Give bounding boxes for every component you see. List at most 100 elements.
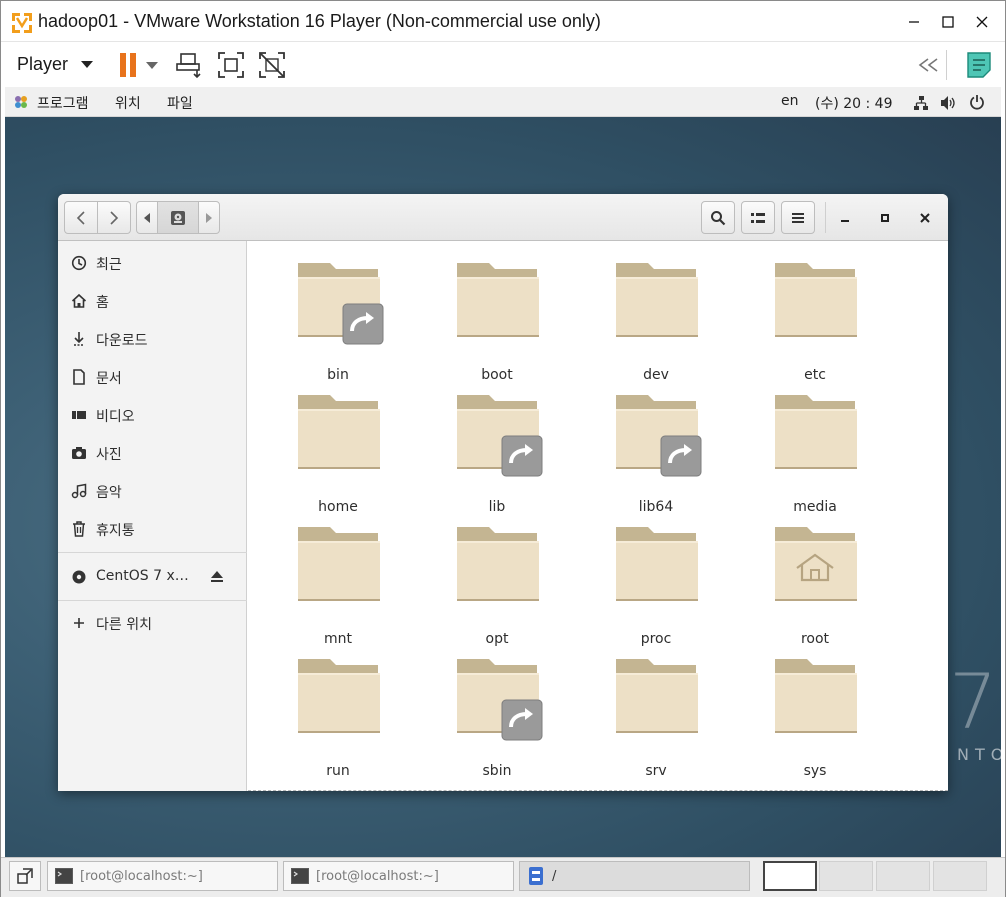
folder-icon	[457, 527, 539, 601]
sidebar-item-trash[interactable]: 휴지통	[58, 510, 247, 548]
folder-item[interactable]: root	[755, 521, 875, 647]
volume-icon[interactable]	[940, 95, 956, 111]
clock[interactable]: (수) 20 : 49	[815, 93, 893, 113]
path-root-button[interactable]	[157, 201, 199, 234]
folder-item[interactable]: sbin	[437, 653, 557, 779]
minimize-button[interactable]	[899, 7, 929, 37]
back-button[interactable]	[64, 201, 98, 234]
folder-item[interactable]: home	[278, 389, 398, 515]
places-sidebar: 최근 홈 다운로드 문서 비디오 사진 음악 휴지통 CentOS 7 x… 다…	[58, 241, 247, 791]
taskbar-files[interactable]: /	[519, 861, 750, 891]
sidebar-item-label: 최근	[96, 257, 122, 273]
maximize-icon	[881, 214, 889, 222]
view-list-button[interactable]	[741, 201, 775, 234]
collapse-library-icon[interactable]	[914, 50, 944, 80]
sidebar-item-device[interactable]: CentOS 7 x…	[58, 558, 247, 596]
path-scroll-right-button[interactable]	[198, 201, 220, 234]
sidebar-item-downloads[interactable]: 다운로드	[58, 320, 247, 358]
folder-name: boot	[481, 367, 513, 383]
sidebar-item-recent[interactable]: 최근	[58, 244, 247, 282]
view-bottom-edge	[248, 790, 948, 791]
pause-dropdown-icon[interactable]	[145, 50, 159, 80]
workspace-2[interactable]	[819, 861, 873, 891]
guest-taskbar: [root@localhost:~] [root@localhost:~] /	[1, 857, 1005, 897]
folder-name: bin	[327, 367, 349, 383]
player-menu-label: Player	[17, 54, 69, 74]
unity-mode-icon[interactable]	[257, 50, 287, 80]
hamburger-icon	[792, 212, 804, 223]
folder-item[interactable]: media	[755, 389, 875, 515]
folder-view: bin boot dev etc home lib lib64 media mnt opt proc…	[248, 241, 948, 791]
symlink-emblem-icon	[501, 699, 543, 741]
folder-item[interactable]: lib	[437, 389, 557, 515]
applications-menu[interactable]: 프로그램	[37, 93, 89, 113]
folder-item[interactable]: srv	[596, 653, 716, 779]
sidebar-item-other-locations[interactable]: 다른 위치	[58, 604, 247, 642]
power-icon[interactable]	[969, 94, 985, 110]
folder-item[interactable]: opt	[437, 521, 557, 647]
player-menu-button[interactable]: Player	[17, 54, 94, 75]
list-view-icon	[751, 212, 765, 223]
places-menu[interactable]: 위치	[115, 93, 141, 113]
sidebar-separator	[58, 552, 247, 553]
workspace-3[interactable]	[876, 861, 930, 891]
folder-item[interactable]: lib64	[596, 389, 716, 515]
folder-item[interactable]: sys	[755, 653, 875, 779]
folder-item[interactable]: dev	[596, 257, 716, 383]
fm-maximize-button[interactable]	[870, 203, 900, 233]
sidebar-item-label: 음악	[96, 485, 122, 501]
folder-item[interactable]: boot	[437, 257, 557, 383]
vmware-titlebar: hadoop01 - VMware Workstation 16 Player …	[1, 1, 1005, 41]
files-menu[interactable]: 파일	[167, 93, 193, 113]
sidebar-item-label: 사진	[96, 447, 122, 463]
chevron-right-icon	[110, 210, 119, 225]
applications-icon	[15, 96, 27, 108]
taskbar-terminal-1[interactable]: [root@localhost:~]	[47, 861, 278, 891]
chevron-left-icon	[76, 210, 85, 225]
guest-screen[interactable]: 프로그램 위치 파일 en (수) 20 : 49 7 NTO	[5, 87, 1001, 857]
fm-close-button[interactable]	[910, 203, 940, 233]
input-language[interactable]: en	[781, 93, 799, 109]
maximize-button[interactable]	[933, 7, 963, 37]
workspace-4[interactable]	[933, 861, 987, 891]
close-button[interactable]	[967, 7, 997, 37]
folder-name: home	[318, 499, 358, 515]
folder-item[interactable]: proc	[596, 521, 716, 647]
pause-icon[interactable]	[113, 50, 143, 80]
sidebar-item-label: 다른 위치	[96, 617, 152, 633]
workspace-1[interactable]	[763, 861, 817, 891]
fm-minimize-button[interactable]	[830, 203, 860, 233]
sidebar-item-music[interactable]: 음악	[58, 472, 247, 510]
fullscreen-icon[interactable]	[216, 50, 246, 80]
removable-devices-icon[interactable]	[175, 50, 205, 80]
menu-button[interactable]	[781, 201, 815, 234]
task-label: /	[552, 868, 557, 884]
vmware-toolbar: Player	[1, 41, 1005, 87]
search-icon	[711, 210, 726, 225]
sidebar-item-documents[interactable]: 문서	[58, 358, 247, 396]
desktop-logo-seven: 7	[949, 657, 998, 746]
folder-name: mnt	[324, 631, 352, 647]
taskbar-terminal-2[interactable]: [root@localhost:~]	[283, 861, 514, 891]
sidebar-item-label: CentOS 7 x…	[96, 568, 189, 584]
folder-item[interactable]: etc	[755, 257, 875, 383]
sidebar-item-home[interactable]: 홈	[58, 282, 247, 320]
folder-item[interactable]: mnt	[278, 521, 398, 647]
download-icon	[74, 332, 84, 346]
folder-icon	[298, 527, 380, 601]
show-desktop-button[interactable]	[9, 861, 41, 891]
sidebar-item-pictures[interactable]: 사진	[58, 434, 247, 472]
eject-icon[interactable]	[210, 570, 224, 583]
symlink-emblem-icon	[660, 435, 702, 477]
task-label: [root@localhost:~]	[80, 868, 203, 884]
notes-icon[interactable]	[964, 50, 994, 80]
folder-name: srv	[645, 763, 667, 779]
search-button[interactable]	[701, 201, 735, 234]
folder-name: proc	[640, 631, 672, 647]
folder-item[interactable]: bin	[278, 257, 398, 383]
forward-button[interactable]	[97, 201, 131, 234]
network-icon[interactable]	[913, 95, 929, 111]
sidebar-item-videos[interactable]: 비디오	[58, 396, 247, 434]
path-scroll-left-button[interactable]	[136, 201, 158, 234]
folder-item[interactable]: run	[278, 653, 398, 779]
